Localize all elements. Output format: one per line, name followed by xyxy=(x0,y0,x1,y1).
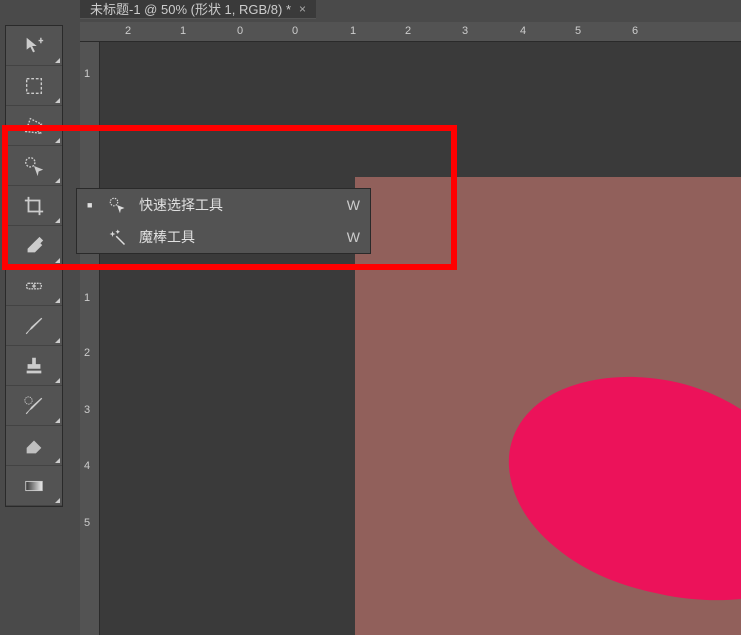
magic-wand-icon xyxy=(107,228,127,246)
eraser-tool[interactable] xyxy=(6,426,62,466)
flyout-item-magic-wand[interactable]: 魔棒工具 W xyxy=(77,221,370,253)
marquee-icon xyxy=(23,75,45,97)
flyout-item-label: 快速选择工具 xyxy=(139,195,335,215)
gradient-icon xyxy=(23,475,45,497)
brush-tool[interactable] xyxy=(6,306,62,346)
active-indicator-icon: ■ xyxy=(87,200,95,210)
ruler-tick: 5 xyxy=(575,25,581,37)
brush-icon xyxy=(23,315,45,337)
move-tool[interactable] xyxy=(6,26,62,66)
quick-select-tool[interactable] xyxy=(6,146,62,186)
quick-select-icon xyxy=(23,155,45,177)
submenu-indicator-icon xyxy=(55,378,60,383)
ruler-tick: 2 xyxy=(84,347,90,359)
ruler-vertical[interactable]: 1 1 2 3 4 5 xyxy=(80,42,100,635)
submenu-indicator-icon xyxy=(55,138,60,143)
submenu-indicator-icon xyxy=(55,58,60,63)
crop-tool[interactable] xyxy=(6,186,62,226)
submenu-indicator-icon xyxy=(55,98,60,103)
healing-icon xyxy=(23,275,45,297)
eyedropper-icon xyxy=(23,235,45,257)
eraser-icon xyxy=(23,435,45,457)
ruler-tick: 2 xyxy=(405,25,411,37)
flyout-item-shortcut: W xyxy=(347,197,360,213)
move-icon xyxy=(23,35,45,57)
ruler-tick: 1 xyxy=(180,25,186,37)
submenu-indicator-icon xyxy=(55,338,60,343)
ruler-tick: 4 xyxy=(520,25,526,37)
history-brush-tool[interactable] xyxy=(6,386,62,426)
document-tab-title: 未标题-1 @ 50% (形状 1, RGB/8) * xyxy=(90,0,291,18)
ruler-tick: 0 xyxy=(292,25,298,37)
close-icon[interactable]: × xyxy=(299,2,306,16)
flyout-item-quick-select[interactable]: ■ 快速选择工具 W xyxy=(77,189,370,221)
ruler-tick: 1 xyxy=(84,292,90,304)
submenu-indicator-icon xyxy=(55,178,60,183)
ruler-tick: 1 xyxy=(350,25,356,37)
canvas-area[interactable] xyxy=(100,42,741,635)
submenu-indicator-icon xyxy=(55,498,60,503)
submenu-indicator-icon xyxy=(55,418,60,423)
canvas[interactable] xyxy=(355,177,741,635)
ruler-horizontal[interactable]: 2 1 0 0 1 2 3 4 5 6 xyxy=(80,22,741,42)
submenu-indicator-icon xyxy=(55,218,60,223)
document-tab-bar: 未标题-1 @ 50% (形状 1, RGB/8) * × xyxy=(80,0,316,18)
lasso-icon xyxy=(23,115,45,137)
stamp-tool[interactable] xyxy=(6,346,62,386)
healing-tool[interactable] xyxy=(6,266,62,306)
toolbox xyxy=(5,25,63,507)
ruler-tick: 6 xyxy=(632,25,638,37)
eyedropper-tool[interactable] xyxy=(6,226,62,266)
stamp-icon xyxy=(23,355,45,377)
rabbit-shape xyxy=(505,202,741,602)
gradient-tool[interactable] xyxy=(6,466,62,506)
flyout-item-shortcut: W xyxy=(347,229,360,245)
submenu-indicator-icon xyxy=(55,458,60,463)
ruler-tick: 5 xyxy=(84,517,90,529)
history-brush-icon xyxy=(23,395,45,417)
quick-select-icon xyxy=(107,196,127,214)
lasso-tool[interactable] xyxy=(6,106,62,146)
submenu-indicator-icon xyxy=(55,258,60,263)
ruler-tick: 4 xyxy=(84,460,90,472)
submenu-indicator-icon xyxy=(55,298,60,303)
tool-flyout-menu: ■ 快速选择工具 W 魔棒工具 W xyxy=(76,188,371,254)
crop-icon xyxy=(23,195,45,217)
ruler-tick: 2 xyxy=(125,25,131,37)
ruler-tick: 1 xyxy=(84,68,90,80)
ruler-tick: 3 xyxy=(462,25,468,37)
marquee-tool[interactable] xyxy=(6,66,62,106)
ruler-tick: 0 xyxy=(237,25,243,37)
ruler-tick: 3 xyxy=(84,404,90,416)
flyout-item-label: 魔棒工具 xyxy=(139,227,335,247)
document-tab[interactable]: 未标题-1 @ 50% (形状 1, RGB/8) * × xyxy=(80,0,316,19)
